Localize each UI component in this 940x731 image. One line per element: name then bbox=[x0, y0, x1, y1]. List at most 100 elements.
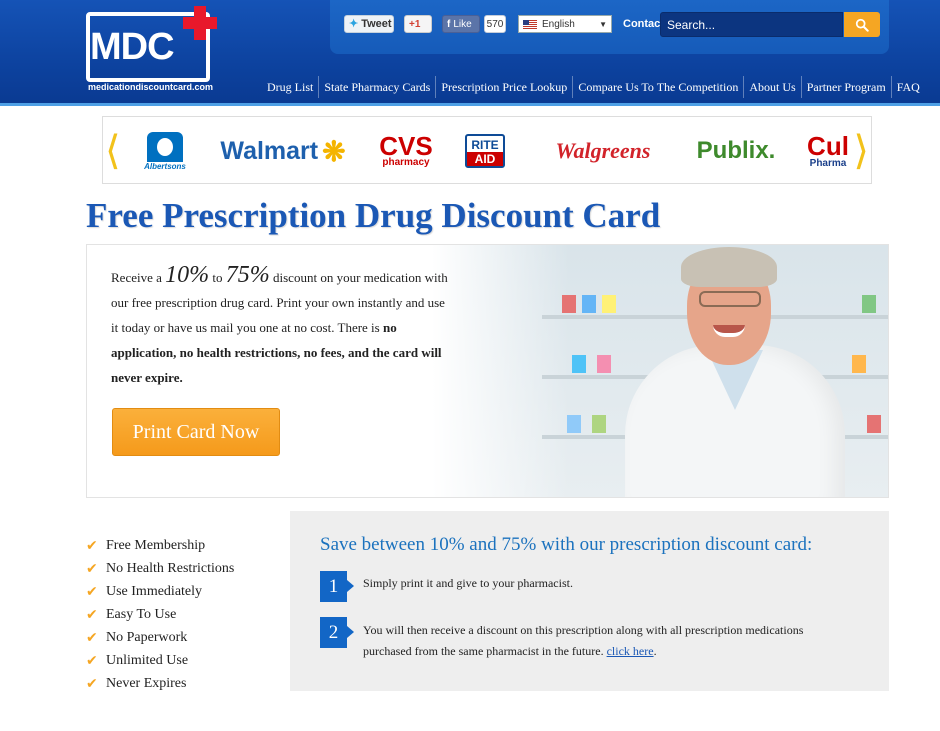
hero-banner: Receive a 10% to 75% discount on your me… bbox=[86, 244, 889, 498]
cvs-name: CVS bbox=[379, 131, 433, 161]
product-box bbox=[582, 295, 596, 313]
feature-label: Easy To Use bbox=[106, 606, 177, 622]
list-item: ✔ No Paperwork bbox=[86, 626, 276, 649]
language-select[interactable]: English ▼ bbox=[518, 15, 612, 33]
steps-panel: Save between 10% and 75% with our prescr… bbox=[290, 511, 889, 691]
feature-label: No Health Restrictions bbox=[106, 560, 235, 576]
us-flag-icon bbox=[523, 19, 537, 29]
aid-name: AID bbox=[467, 152, 503, 166]
site-logo[interactable]: MDC medicationdiscountcard.com bbox=[86, 6, 226, 94]
fb-count-value: 570 bbox=[486, 18, 504, 30]
feature-list: ✔ Free Membership ✔ No Health Restrictions… bbox=[86, 534, 276, 695]
walmart-logo: Walmart ❋ bbox=[213, 117, 353, 185]
list-item: ✔ Unlimited Use bbox=[86, 649, 276, 672]
list-item: ✔ Free Membership bbox=[86, 534, 276, 557]
red-cross-icon-bar bbox=[183, 17, 217, 29]
search-button[interactable] bbox=[844, 12, 880, 37]
check-icon: ✔ bbox=[86, 583, 98, 600]
feature-label: Use Immediately bbox=[106, 583, 203, 599]
hero-text-intro: Receive a bbox=[111, 270, 166, 285]
feature-label: No Paperwork bbox=[106, 629, 188, 645]
tweet-button[interactable]: ✦ Tweet bbox=[344, 15, 394, 33]
contact-link[interactable]: Contact bbox=[623, 18, 664, 30]
print-card-button[interactable]: Print Card Now bbox=[112, 408, 280, 456]
product-box bbox=[562, 295, 576, 313]
check-icon: ✔ bbox=[86, 606, 98, 623]
carousel-next-icon[interactable]: ⟩ bbox=[853, 127, 869, 175]
tweet-label: Tweet bbox=[361, 18, 392, 30]
walgreens-name: Walgreens bbox=[555, 138, 651, 163]
cub-pharmacy-logo: Cul Pharma bbox=[801, 117, 855, 185]
feature-label: Never Expires bbox=[106, 675, 187, 691]
check-icon: ✔ bbox=[86, 560, 98, 577]
feature-label: Free Membership bbox=[106, 537, 206, 553]
fb-like-label: Like bbox=[453, 18, 472, 30]
check-icon: ✔ bbox=[86, 629, 98, 646]
click-here-link[interactable]: click here bbox=[607, 644, 654, 658]
rite-aid-logo: RITE AID bbox=[461, 117, 509, 185]
cub-sub: Pharma bbox=[809, 157, 847, 169]
walmart-name: Walmart bbox=[220, 136, 319, 165]
nav-item-about-us[interactable]: About Us bbox=[744, 80, 800, 95]
logo-mark: MDC bbox=[90, 26, 175, 68]
product-box bbox=[572, 355, 586, 373]
nav-item-price-lookup[interactable]: Prescription Price Lookup bbox=[436, 80, 572, 95]
publix-logo: Publix. bbox=[695, 117, 777, 185]
nav-item-compare[interactable]: Compare Us To The Competition bbox=[573, 80, 743, 95]
step-text-body: You will then receive a discount on this… bbox=[363, 623, 804, 658]
google-plus-button[interactable]: +1 bbox=[404, 15, 432, 33]
list-item: ✔ No Health Restrictions bbox=[86, 557, 276, 580]
walmart-spark-icon: ❋ bbox=[322, 135, 346, 167]
nav-item-partner-program[interactable]: Partner Program bbox=[802, 80, 891, 95]
cvs-logo: CVS pharmacy bbox=[373, 117, 439, 185]
facebook-like-count: 570 bbox=[484, 15, 506, 33]
albertsons-logo: Albertsons bbox=[133, 117, 197, 185]
feature-label: Unlimited Use bbox=[106, 652, 189, 668]
nav-item-state-pharmacy-cards[interactable]: State Pharmacy Cards bbox=[319, 80, 435, 95]
step-text: Simply print it and give to your pharmac… bbox=[363, 576, 573, 590]
glasses bbox=[699, 291, 761, 307]
nav-item-drug-list[interactable]: Drug List bbox=[262, 80, 318, 95]
hero-text-to: to bbox=[209, 270, 226, 285]
steps-heading: Save between 10% and 75% with our prescr… bbox=[320, 534, 813, 555]
pharmacist-hair bbox=[681, 247, 777, 287]
rite-name: RITE bbox=[471, 138, 499, 152]
search-input[interactable]: Search... bbox=[660, 12, 843, 37]
check-icon: ✔ bbox=[86, 652, 98, 669]
language-value: English bbox=[542, 18, 575, 30]
chevron-down-icon: ▼ bbox=[599, 19, 607, 29]
nav-item-faq[interactable]: FAQ bbox=[892, 80, 925, 95]
hero-description: Receive a 10% to 75% discount on your me… bbox=[111, 263, 451, 390]
product-box bbox=[567, 415, 581, 433]
twitter-bird-icon: ✦ bbox=[349, 18, 359, 30]
product-box bbox=[592, 415, 606, 433]
search-icon bbox=[855, 18, 869, 32]
list-item: ✔ Use Immediately bbox=[86, 580, 276, 603]
step-text: You will then receive a discount on this… bbox=[363, 620, 833, 662]
step-number-badge: 2 bbox=[320, 617, 354, 648]
albertsons-mark bbox=[147, 131, 183, 162]
discount-high: 75% bbox=[225, 262, 270, 288]
main-nav: Drug List State Pharmacy Cards Prescript… bbox=[262, 74, 925, 100]
list-item: ✔ Never Expires bbox=[86, 672, 276, 695]
logo-url: medicationdiscountcard.com bbox=[88, 82, 214, 92]
discount-low: 10% bbox=[165, 262, 210, 288]
publix-name: Publix. bbox=[696, 137, 776, 164]
site-header: MDC medicationdiscountcard.com ✦ Tweet +… bbox=[0, 0, 940, 106]
carousel-prev-icon[interactable]: ⟨ bbox=[105, 127, 121, 175]
albertsons-name: Albertsons bbox=[144, 161, 186, 171]
pharmacist-photo bbox=[607, 245, 887, 497]
facebook-icon: f bbox=[447, 18, 451, 30]
cvs-sub: pharmacy bbox=[382, 157, 430, 168]
page-title: Free Prescription Drug Discount Card bbox=[86, 196, 661, 235]
rite-aid-box: RITE AID bbox=[465, 134, 505, 168]
step-text-tail: . bbox=[653, 644, 657, 658]
check-icon: ✔ bbox=[86, 537, 98, 554]
cub-name: Cul bbox=[807, 130, 849, 161]
facebook-like-button[interactable]: f Like bbox=[442, 15, 480, 33]
pharmacy-logo-carousel: ⟨ Albertsons Walmart ❋ CVS pharmacy RITE… bbox=[102, 116, 872, 184]
walgreens-logo: Walgreens bbox=[533, 117, 673, 185]
step-number-badge: 1 bbox=[320, 571, 354, 602]
gplus-label: +1 bbox=[409, 18, 421, 30]
list-item: ✔ Easy To Use bbox=[86, 603, 276, 626]
